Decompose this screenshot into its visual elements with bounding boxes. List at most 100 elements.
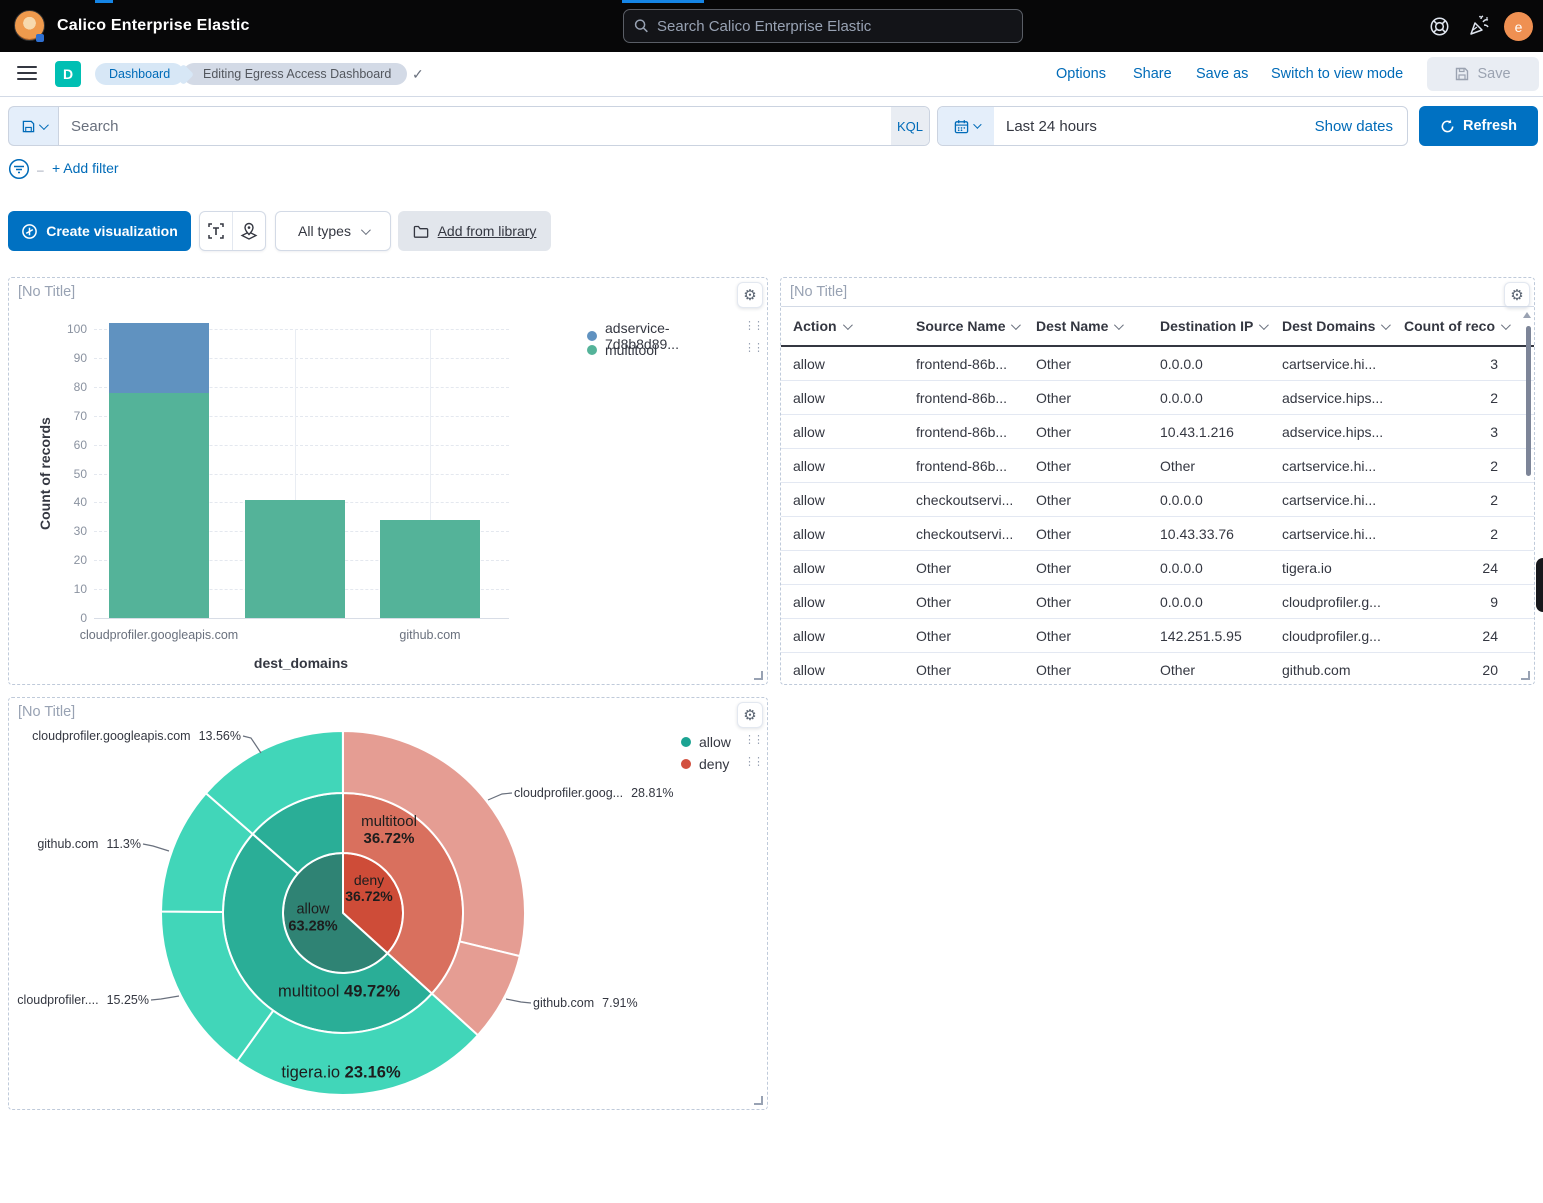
resize-handle[interactable]	[754, 671, 763, 680]
options-link[interactable]: Options	[1056, 66, 1106, 82]
kql-language-button[interactable]: KQL	[891, 107, 929, 145]
legend-label: allow	[699, 734, 731, 750]
lens-icon	[21, 223, 38, 240]
table-cell: Other	[1148, 662, 1270, 678]
y-axis-tick: 60	[47, 438, 87, 452]
legend-actions-icon[interactable]: ⋮⋮	[744, 733, 762, 746]
callout-leader-line	[151, 996, 179, 1000]
legend-actions-icon[interactable]: ⋮⋮	[744, 755, 762, 768]
legend-actions-icon[interactable]: ⋮⋮	[744, 319, 762, 332]
app-title: Calico Enterprise Elastic	[57, 17, 250, 35]
callout-pct: 11.3%	[106, 837, 141, 851]
legend-item[interactable]: allow	[681, 734, 731, 750]
kql-search-input[interactable]	[71, 118, 891, 135]
slice-label: allow63.28%	[288, 901, 337, 934]
legend-item[interactable]: deny	[681, 756, 729, 772]
resize-handle[interactable]	[1521, 671, 1530, 680]
refresh-button[interactable]: Refresh	[1419, 106, 1538, 146]
callout-label: cloudprofiler....15.25%	[17, 993, 149, 1007]
table-cell: checkoutservi...	[904, 492, 1024, 508]
add-filter-link[interactable]: + Add filter	[52, 160, 119, 176]
table-cell: 142.251.5.95	[1148, 628, 1270, 644]
table-cell: 2	[1392, 492, 1524, 508]
global-search[interactable]	[623, 9, 1023, 43]
text-annotation-tool-button[interactable]	[200, 212, 232, 250]
table-cell: github.com	[1270, 662, 1392, 678]
slice-label: deny36.72%	[345, 872, 392, 904]
map-tool-button[interactable]	[232, 212, 265, 250]
table-cell: Other	[1024, 662, 1148, 678]
column-header-label: Dest Name	[1036, 318, 1108, 334]
y-axis-tick: 10	[47, 582, 87, 596]
table-row: allowcheckoutservi...Other0.0.0.0cartser…	[781, 483, 1534, 517]
bar-segment[interactable]	[109, 323, 209, 392]
y-axis-tick: 40	[47, 495, 87, 509]
time-range-value[interactable]: Last 24 hours	[1006, 118, 1097, 135]
date-picker[interactable]: Last 24 hours Show dates	[937, 106, 1408, 146]
x-axis-title: dest_domains	[254, 655, 348, 671]
column-header[interactable]: Source Name	[904, 318, 1024, 334]
column-header-label: Source Name	[916, 318, 1005, 334]
resize-handle[interactable]	[754, 1096, 763, 1105]
panel-settings-gear-icon[interactable]: ⚙	[737, 282, 763, 308]
callout-label: cloudprofiler.goog...28.81%	[514, 786, 674, 800]
bar-segment[interactable]	[245, 500, 345, 618]
slice-label: multitool 49.72%	[278, 983, 400, 1002]
table-cell: Other	[1024, 526, 1148, 542]
panel-settings-gear-icon[interactable]: ⚙	[1504, 282, 1530, 308]
table-cell: allow	[781, 628, 904, 644]
data-table-panel: [No Title] ⚙ ActionSource NameDest NameD…	[780, 277, 1535, 685]
global-search-input[interactable]	[657, 18, 1012, 35]
calendar-button[interactable]	[938, 107, 994, 145]
check-icon[interactable]: ✓	[412, 66, 424, 83]
bar-segment[interactable]	[109, 393, 209, 618]
table-cell: 10.43.1.216	[1148, 424, 1270, 440]
y-axis-tick: 20	[47, 553, 87, 567]
table-cell: Other	[1024, 458, 1148, 474]
table-cell: cartservice.hi...	[1270, 356, 1392, 372]
table-cell: frontend-86b...	[904, 390, 1024, 406]
column-header[interactable]: Count of reco	[1392, 318, 1524, 334]
table-cell: 0.0.0.0	[1148, 390, 1270, 406]
switch-to-view-mode-link[interactable]: Switch to view mode	[1271, 66, 1403, 82]
column-header[interactable]: Action	[781, 318, 904, 334]
map-pin-icon	[240, 222, 258, 240]
x-axis-line	[94, 618, 509, 619]
table-cell: allow	[781, 390, 904, 406]
column-header[interactable]: Dest Name	[1024, 318, 1148, 334]
user-avatar[interactable]: e	[1504, 12, 1533, 41]
chevron-down-icon	[1259, 320, 1269, 330]
collapsed-flyout-tab[interactable]	[1536, 558, 1543, 612]
all-types-dropdown[interactable]: All types	[275, 211, 391, 251]
table-row: allowfrontend-86b...Other10.43.1.216adse…	[781, 415, 1534, 449]
chevron-down-icon	[1114, 320, 1124, 330]
menu-icon[interactable]	[17, 66, 37, 81]
dashboard-app-badge[interactable]: D	[55, 61, 81, 87]
table-cell: 0.0.0.0	[1148, 356, 1270, 372]
save-button[interactable]: Save	[1427, 57, 1539, 91]
column-header[interactable]: Dest Domains	[1270, 318, 1392, 334]
create-visualization-button[interactable]: Create visualization	[8, 211, 191, 251]
bar-chart[interactable]: 0102030405060708090100cloudprofiler.goog…	[9, 278, 569, 686]
saved-query-menu-button[interactable]	[8, 106, 58, 146]
breadcrumb-dashboard[interactable]: Dashboard	[95, 63, 184, 85]
show-dates-link[interactable]: Show dates	[1315, 118, 1393, 135]
table-cell: checkoutservi...	[904, 526, 1024, 542]
callout-text: cloudprofiler.googleapis.com	[32, 729, 190, 743]
scrollbar-up-arrow[interactable]	[1523, 312, 1531, 318]
help-icon[interactable]	[1429, 16, 1451, 38]
legend-item[interactable]: multitool	[587, 342, 657, 358]
legend-actions-icon[interactable]: ⋮⋮	[744, 341, 762, 354]
column-header[interactable]: Destination IP	[1148, 318, 1270, 334]
filter-icon[interactable]	[8, 158, 30, 180]
table-cell: tigera.io	[1270, 560, 1392, 576]
bar-segment[interactable]	[380, 520, 480, 618]
share-link[interactable]: Share	[1133, 66, 1172, 82]
table-cell: Other	[1148, 458, 1270, 474]
table-cell: 9	[1392, 594, 1524, 610]
news-popper-icon[interactable]	[1467, 14, 1489, 36]
add-from-library-button[interactable]: Add from library	[398, 211, 551, 251]
save-as-link[interactable]: Save as	[1196, 66, 1248, 82]
kql-search-bar[interactable]: KQL	[58, 106, 930, 146]
table-scrollbar[interactable]	[1526, 326, 1531, 476]
